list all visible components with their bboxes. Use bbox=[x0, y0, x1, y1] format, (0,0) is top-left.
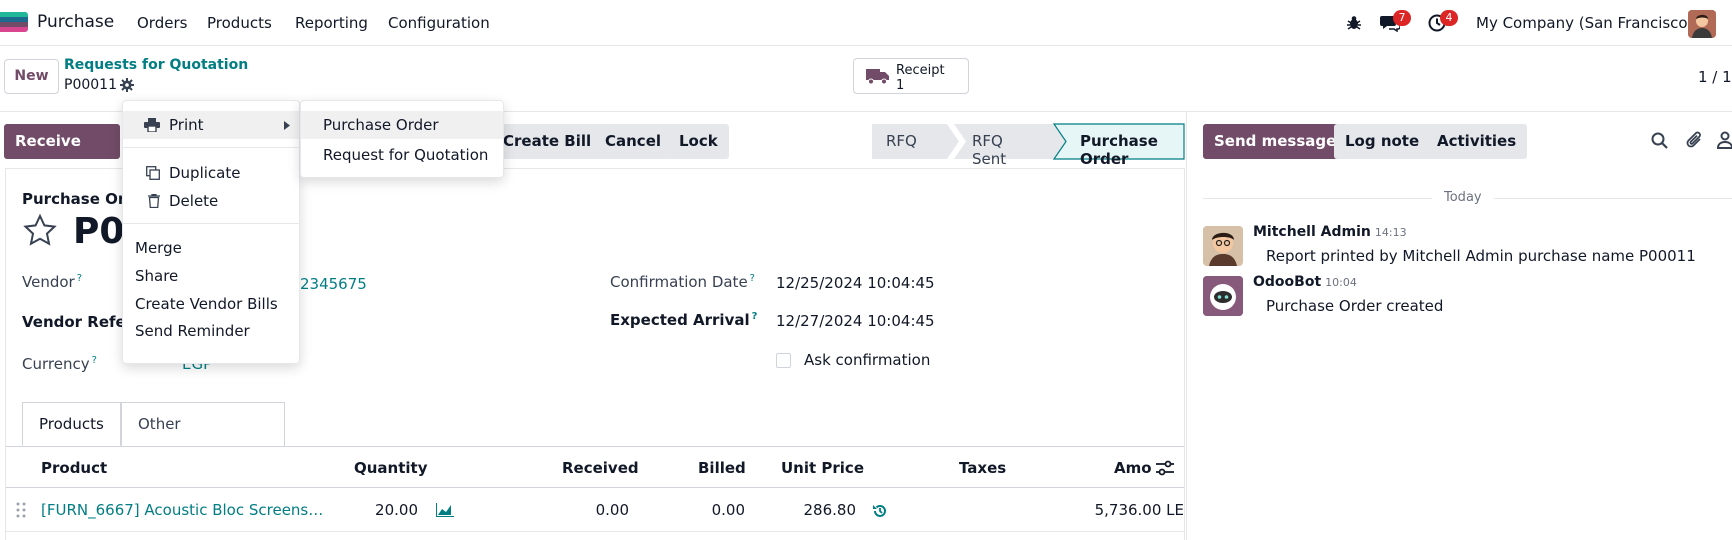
delete-menu-item[interactable]: Delete bbox=[123, 187, 299, 215]
activities-button[interactable]: Activities bbox=[1426, 124, 1528, 159]
receipt-smart-button[interactable]: Receipt 1 bbox=[853, 58, 969, 94]
send-message-button[interactable]: Send message bbox=[1203, 124, 1348, 159]
vendor-reference-label: Vendor Reference bbox=[22, 313, 122, 331]
message-author[interactable]: OdooBot bbox=[1253, 274, 1321, 290]
price-history-icon[interactable] bbox=[872, 503, 888, 519]
search-icon[interactable] bbox=[1651, 132, 1668, 149]
chatter-panel: Send message Log note Activities Today M… bbox=[1186, 112, 1732, 540]
merge-menu-item[interactable]: Merge bbox=[123, 234, 299, 262]
tab-other-information[interactable]: Other Information bbox=[121, 402, 285, 475]
menu-reporting[interactable]: Reporting bbox=[295, 14, 368, 32]
confirmation-date-value: 12/25/2024 10:04:45 bbox=[776, 274, 935, 292]
star-icon[interactable] bbox=[22, 213, 58, 249]
currency-label: Currency? bbox=[22, 355, 97, 373]
copy-icon bbox=[146, 166, 160, 180]
print-purchase-order-item[interactable]: Purchase Order bbox=[301, 111, 503, 139]
user-avatar[interactable] bbox=[1688, 10, 1716, 38]
message-header: Mitchell Admin 14:13 bbox=[1253, 224, 1407, 240]
bug-icon[interactable] bbox=[1347, 15, 1361, 31]
new-button[interactable]: New bbox=[4, 59, 59, 94]
confirmation-date-label: Confirmation Date? bbox=[610, 273, 755, 291]
print-rfq-item[interactable]: Request for Quotation bbox=[301, 141, 503, 169]
print-submenu: Purchase Order Request for Quotation bbox=[300, 100, 504, 178]
share-menu-item[interactable]: Share bbox=[123, 262, 299, 290]
col-billed[interactable]: Billed bbox=[698, 459, 746, 477]
create-vendor-bills-menu-item[interactable]: Create Vendor Bills bbox=[123, 290, 299, 318]
menu-products[interactable]: Products bbox=[207, 14, 272, 32]
record-reference: P00011 bbox=[73, 211, 123, 252]
tab-products[interactable]: Products bbox=[22, 402, 121, 446]
message-author[interactable]: Mitchell Admin bbox=[1253, 224, 1371, 240]
menu-orders[interactable]: Orders bbox=[137, 14, 187, 32]
vendor-label: Vendor? bbox=[22, 273, 83, 291]
lock-button[interactable]: Lock bbox=[668, 124, 729, 159]
menu-configuration[interactable]: Configuration bbox=[388, 14, 490, 32]
line-unit-price[interactable]: 286.80 bbox=[781, 501, 857, 519]
line-quantity[interactable]: 20.00 bbox=[354, 501, 418, 519]
create-bill-button[interactable]: Create Bill bbox=[492, 124, 603, 159]
receipt-label: Receipt bbox=[896, 63, 945, 78]
pager-value[interactable]: 1 / 1 bbox=[1698, 68, 1732, 86]
activity-badge: 4 bbox=[1440, 10, 1458, 26]
order-lines-header: Product Quantity Received Billed Unit Pr… bbox=[6, 446, 1184, 488]
send-reminder-menu-item[interactable]: Send Reminder bbox=[123, 317, 299, 345]
col-product[interactable]: Product bbox=[41, 459, 107, 477]
breadcrumb-link[interactable]: Requests for Quotation bbox=[64, 57, 248, 73]
print-menu-item[interactable]: Print bbox=[123, 111, 299, 139]
line-amount: 5,736.00 LE bbox=[1094, 501, 1184, 519]
col-taxes[interactable]: Taxes bbox=[959, 459, 1006, 477]
gear-icon[interactable] bbox=[120, 78, 134, 92]
action-menu: Print Duplicate Delete Merge Share Creat… bbox=[122, 100, 300, 364]
line-received: 0.00 bbox=[595, 501, 629, 519]
forecast-chart-icon[interactable] bbox=[436, 503, 454, 517]
receipt-count: 1 bbox=[896, 78, 905, 93]
message-body: Purchase Order created bbox=[1266, 297, 1444, 315]
vendor-value[interactable]: 2345675 bbox=[300, 275, 367, 293]
message-body: Report printed by Mitchell Admin purchas… bbox=[1266, 247, 1696, 265]
caret-right-icon bbox=[284, 121, 290, 130]
table-row[interactable]: [FURN_6667] Acoustic Bloc Screens… 20.00… bbox=[6, 488, 1184, 532]
expected-arrival-label: Expected Arrival? bbox=[610, 311, 758, 329]
log-note-button[interactable]: Log note bbox=[1334, 124, 1431, 159]
avatar[interactable] bbox=[1203, 276, 1243, 316]
main-navbar: Purchase Orders Products Reporting Confi… bbox=[0, 0, 1732, 46]
stage-rfq-sent[interactable]: RFQ Sent bbox=[972, 132, 1006, 168]
duplicate-menu-item[interactable]: Duplicate bbox=[123, 159, 299, 187]
column-settings-icon[interactable] bbox=[1156, 460, 1174, 476]
print-label: Print bbox=[169, 116, 204, 134]
message-time: 10:04 bbox=[1325, 276, 1357, 289]
date-separator: Today bbox=[1432, 190, 1494, 205]
receive-products-button[interactable]: Receive Products bbox=[4, 124, 120, 185]
breadcrumb-record: P00011 bbox=[64, 77, 117, 93]
ask-confirmation-checkbox[interactable] bbox=[776, 353, 791, 368]
trash-icon bbox=[148, 194, 160, 208]
message-header: OdooBot 10:04 bbox=[1253, 274, 1357, 290]
app-switcher-icon[interactable] bbox=[0, 12, 28, 32]
app-name[interactable]: Purchase bbox=[37, 12, 114, 32]
col-unit-price[interactable]: Unit Price bbox=[781, 459, 864, 477]
col-quantity[interactable]: Quantity bbox=[354, 459, 428, 477]
expected-arrival-value[interactable]: 12/27/2024 10:04:45 bbox=[776, 312, 935, 330]
printer-icon bbox=[144, 118, 160, 132]
line-product[interactable]: [FURN_6667] Acoustic Bloc Screens… bbox=[41, 501, 323, 519]
avatar[interactable] bbox=[1203, 226, 1243, 266]
company-switcher[interactable]: My Company (San Francisco) bbox=[1476, 14, 1693, 32]
followers-icon[interactable] bbox=[1717, 131, 1732, 149]
messages-badge: 7 bbox=[1393, 10, 1411, 26]
col-amount[interactable]: Amo bbox=[1114, 459, 1152, 477]
cancel-button[interactable]: Cancel bbox=[594, 124, 673, 159]
paperclip-icon[interactable] bbox=[1686, 131, 1703, 149]
truck-icon bbox=[866, 67, 890, 85]
message-time: 14:13 bbox=[1374, 226, 1407, 239]
ask-confirmation-label: Ask confirmation bbox=[804, 351, 931, 369]
drag-handle-icon[interactable] bbox=[16, 502, 26, 518]
col-received[interactable]: Received bbox=[562, 459, 639, 477]
stage-rfq[interactable]: RFQ bbox=[886, 132, 917, 150]
stage-purchase-order[interactable]: Purchase Order bbox=[1080, 132, 1158, 168]
line-billed: 0.00 bbox=[711, 501, 745, 519]
